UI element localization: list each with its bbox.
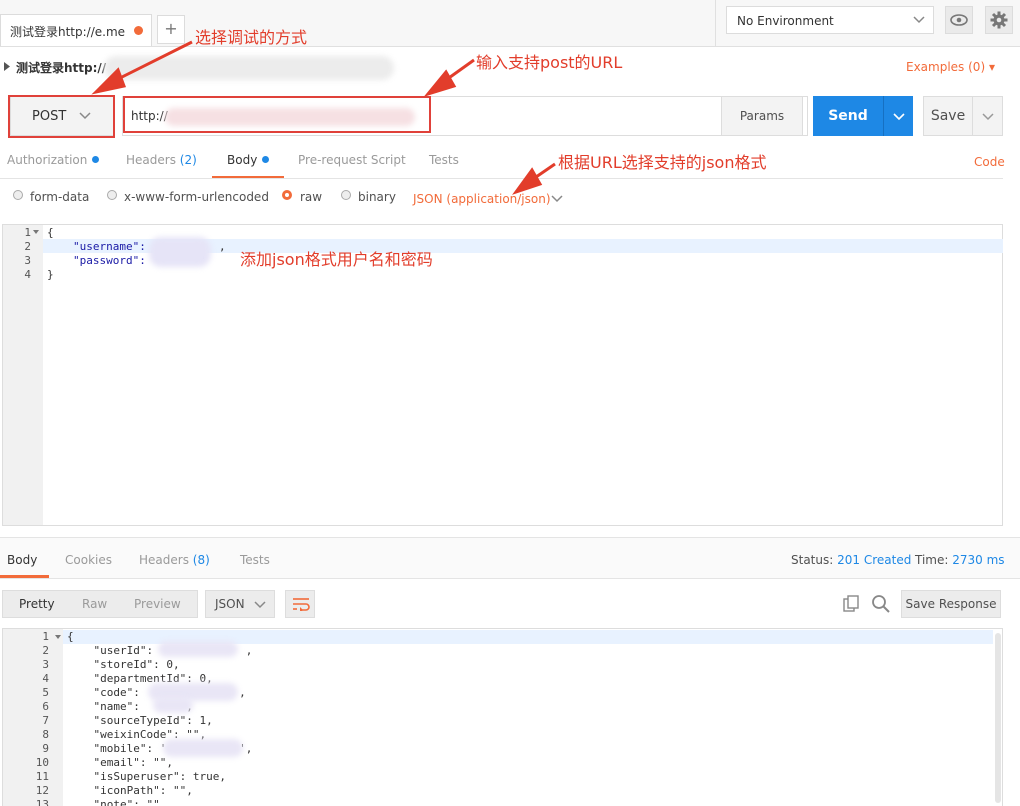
annotation-body: 添加json格式用户名和密码 <box>240 250 433 269</box>
line-number: 3 <box>24 254 31 267</box>
code-line: } <box>47 268 54 281</box>
resp-tab-headers[interactable]: Headers (8) <box>139 553 210 567</box>
resp-tab-cookies[interactable]: Cookies <box>65 553 112 567</box>
copy-icon[interactable] <box>843 595 860 612</box>
line-number: 12 <box>35 784 49 797</box>
line-number: 2 <box>24 240 31 253</box>
line-number: 5 <box>42 686 49 699</box>
response-body-viewer[interactable]: 1 2 3 4 5 6 7 8 9 10 11 12 13 { "userId"… <box>2 628 1003 806</box>
redacted-area <box>163 739 243 757</box>
code-line: "username": <box>73 240 146 253</box>
response-format-select[interactable]: JSON <box>205 590 275 618</box>
time-label: Time: 2730 ms <box>915 553 1005 567</box>
line-number: 4 <box>42 672 49 685</box>
code-line: "note": "" <box>67 798 160 806</box>
line-number: 10 <box>35 756 49 769</box>
line-number: 9 <box>42 742 49 755</box>
line-number: 1 <box>42 630 49 643</box>
redacted-area <box>153 697 193 713</box>
line-number: 8 <box>42 728 49 741</box>
view-preview-button[interactable]: Preview <box>134 591 181 617</box>
status-value: 201 Created <box>837 553 912 567</box>
view-pretty-button[interactable]: Pretty <box>19 591 55 617</box>
resp-tab-tests[interactable]: Tests <box>240 553 270 567</box>
request-body-editor[interactable]: 1 2 3 4 { "username": , "password": " } <box>2 224 1003 526</box>
code-line: "iconPath": "", <box>67 784 193 797</box>
active-tab-indicator <box>0 575 49 578</box>
response-tab-bar: Body Cookies Headers (8) Tests Status: 2… <box>0 537 1020 579</box>
line-number: 13 <box>35 798 49 806</box>
line-number: 11 <box>35 770 49 783</box>
resp-tab-body[interactable]: Body <box>7 553 37 567</box>
time-caption: Time: <box>915 553 949 567</box>
chevron-down-icon <box>254 601 266 609</box>
line-number: 7 <box>42 714 49 727</box>
line-number: 2 <box>42 644 49 657</box>
code-line: { <box>67 630 74 643</box>
tab-label: Headers <box>139 553 189 567</box>
code-punct: , <box>219 240 226 253</box>
vertical-scrollbar[interactable] <box>995 633 1001 803</box>
redacted-area <box>158 641 238 657</box>
wrap-lines-button[interactable] <box>285 590 315 618</box>
view-raw-button[interactable]: Raw <box>82 591 107 617</box>
status-label: Status: 201 Created <box>791 553 911 567</box>
response-format-label: JSON <box>215 597 245 611</box>
time-value: 2730 ms <box>952 553 1005 567</box>
code-line: "storeId": 0, <box>67 658 180 671</box>
line-number: 6 <box>42 700 49 713</box>
view-mode-group: Pretty Raw Preview <box>2 590 198 618</box>
line-number: 3 <box>42 658 49 671</box>
code-line: "isSuperuser": true, <box>67 770 226 783</box>
status-caption: Status: <box>791 553 834 567</box>
redacted-area <box>149 237 211 267</box>
code-line: "sourceTypeId": 1, <box>67 714 213 727</box>
code-line: "email": "", <box>67 756 173 769</box>
search-icon[interactable] <box>871 594 890 613</box>
wrap-lines-icon <box>293 598 310 611</box>
line-number: 4 <box>24 268 31 281</box>
save-response-button[interactable]: Save Response <box>901 590 1001 618</box>
headers-count: (8) <box>192 553 210 567</box>
annotation-arrows <box>91 40 556 195</box>
fold-arrow-icon[interactable] <box>55 635 61 640</box>
code-line: "password": <box>73 254 146 267</box>
